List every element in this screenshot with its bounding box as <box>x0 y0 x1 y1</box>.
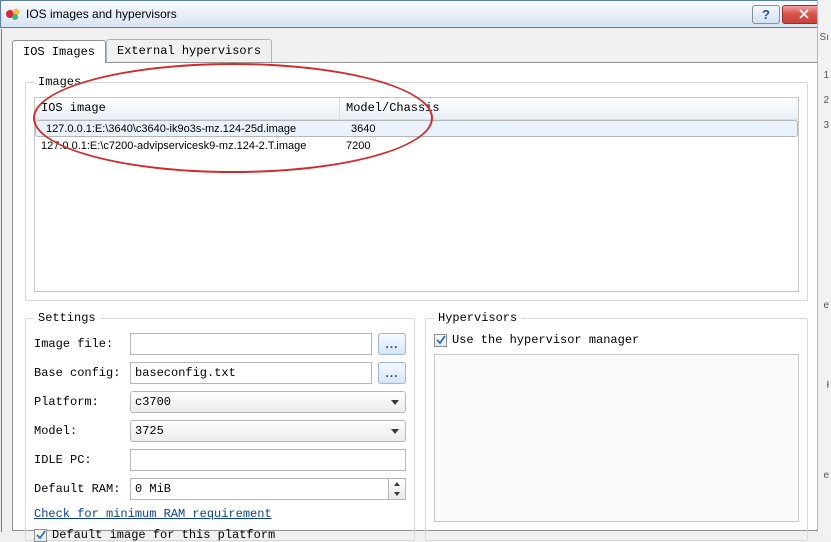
model-value: 3725 <box>135 424 164 438</box>
browse-image-button[interactable]: ... <box>378 333 406 355</box>
images-group: Images IOS image Model/Chassis 127.0.0.1… <box>25 75 808 301</box>
row-ram-link: Check for minimum RAM requirement <box>34 507 406 521</box>
platform-value: c3700 <box>135 395 171 409</box>
chevron-down-icon <box>391 429 399 434</box>
row-default-ram: Default RAM: <box>34 478 406 500</box>
label-default-ram: Default RAM: <box>34 482 124 496</box>
spin-up-button[interactable] <box>389 479 405 489</box>
row-platform: Platform: c3700 <box>34 391 406 413</box>
label-model: Model: <box>34 424 124 438</box>
cell-model: 7200 <box>340 140 798 152</box>
label-platform: Platform: <box>34 395 124 409</box>
row-default-image: Default image for this platform <box>34 528 406 542</box>
row-idle-pc: IDLE PC: <box>34 449 406 471</box>
default-ram-stepper[interactable] <box>130 478 406 500</box>
table-row[interactable]: 127.0.0.1:E:\3640\c3640-ik9o3s-mz.124-25… <box>35 120 798 137</box>
titlebar: IOS images and hypervisors ? <box>0 0 831 28</box>
checkbox-icon <box>34 529 47 542</box>
image-file-input[interactable] <box>130 333 372 355</box>
settings-group: Settings Image file: ... Base config: ..… <box>25 311 415 541</box>
default-image-checkbox[interactable]: Default image for this platform <box>34 528 275 542</box>
window-title: IOS images and hypervisors <box>26 7 750 21</box>
use-hypervisor-manager-label: Use the hypervisor manager <box>452 333 639 347</box>
use-hypervisor-manager-checkbox[interactable]: Use the hypervisor manager <box>434 333 639 347</box>
spin-down-button[interactable] <box>389 489 405 499</box>
images-legend: Images <box>34 75 85 89</box>
model-select[interactable]: 3725 <box>130 420 406 442</box>
app-icon <box>5 6 21 22</box>
chevron-up-icon <box>394 482 400 486</box>
hypervisors-group: Hypervisors Use the hypervisor manager <box>425 311 808 541</box>
row-image-file: Image file: ... <box>34 333 406 355</box>
table-row[interactable]: 127.0.0.1:E:\c7200-advipservicesk9-mz.12… <box>35 137 798 154</box>
tab-pane-ios-images: Images IOS image Model/Chassis 127.0.0.1… <box>12 62 821 531</box>
browse-base-config-button[interactable]: ... <box>378 362 406 384</box>
client-area: IOS Images External hypervisors Images I… <box>1 29 831 532</box>
checkbox-icon <box>434 334 447 347</box>
tabstrip: IOS Images External hypervisors <box>12 39 821 62</box>
images-table-header: IOS image Model/Chassis <box>35 98 798 120</box>
cell-image: 127.0.0.1:E:\3640\c3640-ik9o3s-mz.124-25… <box>40 123 345 135</box>
col-ios-image[interactable]: IOS image <box>35 98 340 119</box>
chevron-down-icon <box>394 492 400 496</box>
settings-legend: Settings <box>34 311 100 325</box>
hypervisors-list[interactable] <box>434 354 799 522</box>
help-button[interactable]: ? <box>752 5 780 24</box>
cropped-right-strip: Sı 1 2 3 e ł e <box>817 0 831 532</box>
images-rows: 127.0.0.1:E:\3640\c3640-ik9o3s-mz.124-25… <box>35 120 798 291</box>
row-model: Model: 3725 <box>34 420 406 442</box>
col-model-chassis[interactable]: Model/Chassis <box>340 98 798 119</box>
label-base-config: Base config: <box>34 366 124 380</box>
label-idle-pc: IDLE PC: <box>34 453 124 467</box>
row-base-config: Base config: ... <box>34 362 406 384</box>
cell-model: 3640 <box>345 123 791 135</box>
window-buttons: ? <box>750 5 826 24</box>
default-image-label: Default image for this platform <box>52 528 275 542</box>
cell-image: 127.0.0.1:E:\c7200-advipservicesk9-mz.12… <box>35 140 340 152</box>
images-table[interactable]: IOS image Model/Chassis 127.0.0.1:E:\364… <box>34 97 799 292</box>
chevron-down-icon <box>391 400 399 405</box>
idle-pc-input[interactable] <box>130 449 406 471</box>
hypervisors-legend: Hypervisors <box>434 311 521 325</box>
tab-label: External hypervisors <box>117 44 261 58</box>
default-ram-input[interactable] <box>130 478 388 500</box>
tab-label: IOS Images <box>23 45 95 59</box>
tab-external-hypervisors[interactable]: External hypervisors <box>106 39 272 62</box>
base-config-input[interactable] <box>130 362 372 384</box>
platform-select[interactable]: c3700 <box>130 391 406 413</box>
tab-ios-images[interactable]: IOS Images <box>12 40 106 63</box>
check-ram-link[interactable]: Check for minimum RAM requirement <box>34 507 272 521</box>
bottom-split: Settings Image file: ... Base config: ..… <box>25 311 808 541</box>
label-image-file: Image file: <box>34 337 124 351</box>
